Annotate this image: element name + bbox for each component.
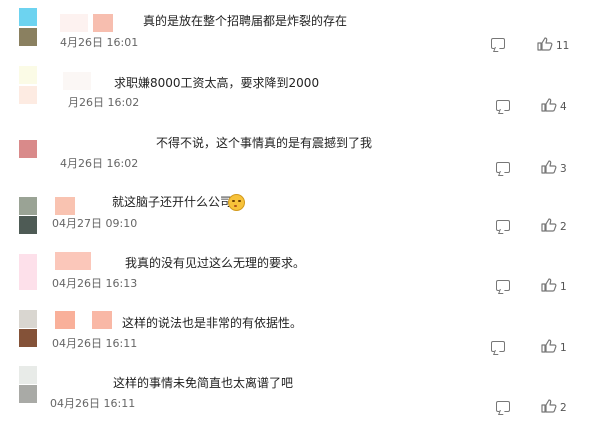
comment-text: 真的是放在整个招聘届都是炸裂的存在 [143,14,348,28]
avatar[interactable] [19,366,37,406]
comment-date: 04月26日 16:13 [52,277,138,290]
comment-text: 我真的没有见过这么无理的要求。 [125,256,306,270]
comment-icon[interactable] [496,100,510,111]
like-count: 4 [560,101,567,113]
face-emoji-icon [228,194,245,211]
avatar[interactable] [19,197,37,237]
comment-item: 我真的没有见过这么无理的要求。 04月26日 16:13 1 [0,240,600,300]
avatar[interactable] [19,66,37,106]
thumbs-up-icon[interactable] [541,399,557,413]
like-count: 3 [560,163,567,175]
username-blurred[interactable] [92,311,112,329]
thumbs-up-icon[interactable] [541,98,557,112]
thumbs-up-icon[interactable] [541,278,557,292]
thumbs-up-icon[interactable] [541,160,557,174]
avatar[interactable] [19,140,37,158]
username-blurred[interactable] [60,14,88,32]
comment-date: 4月26日 16:02 [60,157,139,170]
comment-item: 这样的说法也是非常的有依据性。 04月26日 16:11 1 [0,300,600,360]
comment-text: 这样的说法也是非常的有依据性。 [122,316,303,330]
comment-text: 就这脑子还开什么公司 [112,195,233,209]
comment-icon[interactable] [496,162,510,173]
comment-item: 这样的事情未免简直也太离谱了吧 04月26日 16:11 2 [0,360,600,420]
comment-list: 真的是放在整个招聘届都是炸裂的存在 4月26日 16:01 11 求职嫌8000… [0,0,600,431]
username-blurred[interactable] [55,197,75,215]
comment-date: 04月26日 16:11 [52,337,138,350]
avatar[interactable] [19,8,37,48]
thumbs-up-icon[interactable] [541,339,557,353]
comment-text: 求职嫌8000工资太高，要求降到2000 [114,76,320,90]
comment-icon[interactable] [496,280,510,291]
username-blurred[interactable] [63,72,91,90]
username-blurred[interactable] [93,14,113,32]
like-count: 1 [560,281,567,293]
like-count: 2 [560,402,567,414]
username-blurred[interactable] [55,252,91,270]
comment-item: 真的是放在整个招聘届都是炸裂的存在 4月26日 16:01 11 [0,0,600,60]
comment-date: 04月27日 09:10 [52,217,138,230]
avatar[interactable] [19,310,37,350]
comment-item: 不得不说，这个事情真的是有震撼到了我 4月26日 16:02 3 [0,120,600,180]
username-blurred[interactable] [55,311,75,329]
thumbs-up-icon[interactable] [541,218,557,232]
thumbs-up-icon[interactable] [537,37,553,51]
comment-text: 这样的事情未免简直也太离谱了吧 [113,376,294,390]
comment-icon[interactable] [491,38,505,49]
like-count: 11 [556,40,570,52]
avatar[interactable] [19,254,37,294]
comment-date: 04月26日 16:11 [50,397,136,410]
like-count: 1 [560,342,567,354]
comment-text: 不得不说，这个事情真的是有震撼到了我 [156,136,373,150]
comment-icon[interactable] [491,341,505,352]
comment-icon[interactable] [496,220,510,231]
comment-item: 求职嫌8000工资太高，要求降到2000 月26日 16:02 4 [0,60,600,120]
comment-date: 4月26日 16:01 [60,36,139,49]
comment-date: 月26日 16:02 [68,96,140,109]
comment-icon[interactable] [496,401,510,412]
like-count: 2 [560,221,567,233]
comment-item: 就这脑子还开什么公司 04月27日 09:10 2 [0,180,600,240]
